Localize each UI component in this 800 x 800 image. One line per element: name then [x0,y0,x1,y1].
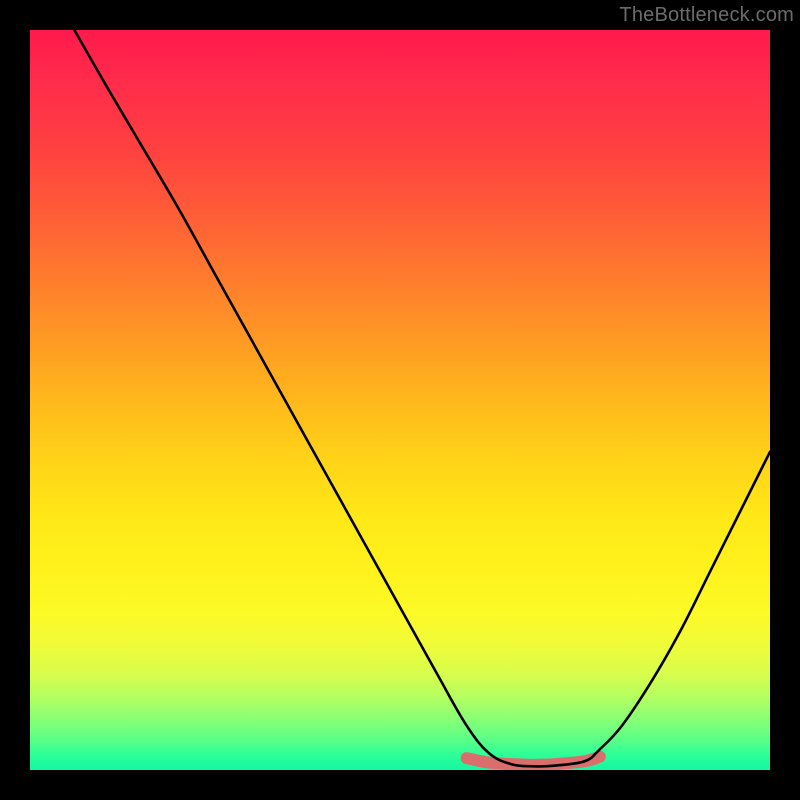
plot-area [30,30,770,770]
watermark-text: TheBottleneck.com [619,4,794,27]
curve-path [74,30,770,766]
chart-svg [30,30,770,770]
chart-frame: TheBottleneck.com [0,0,800,800]
